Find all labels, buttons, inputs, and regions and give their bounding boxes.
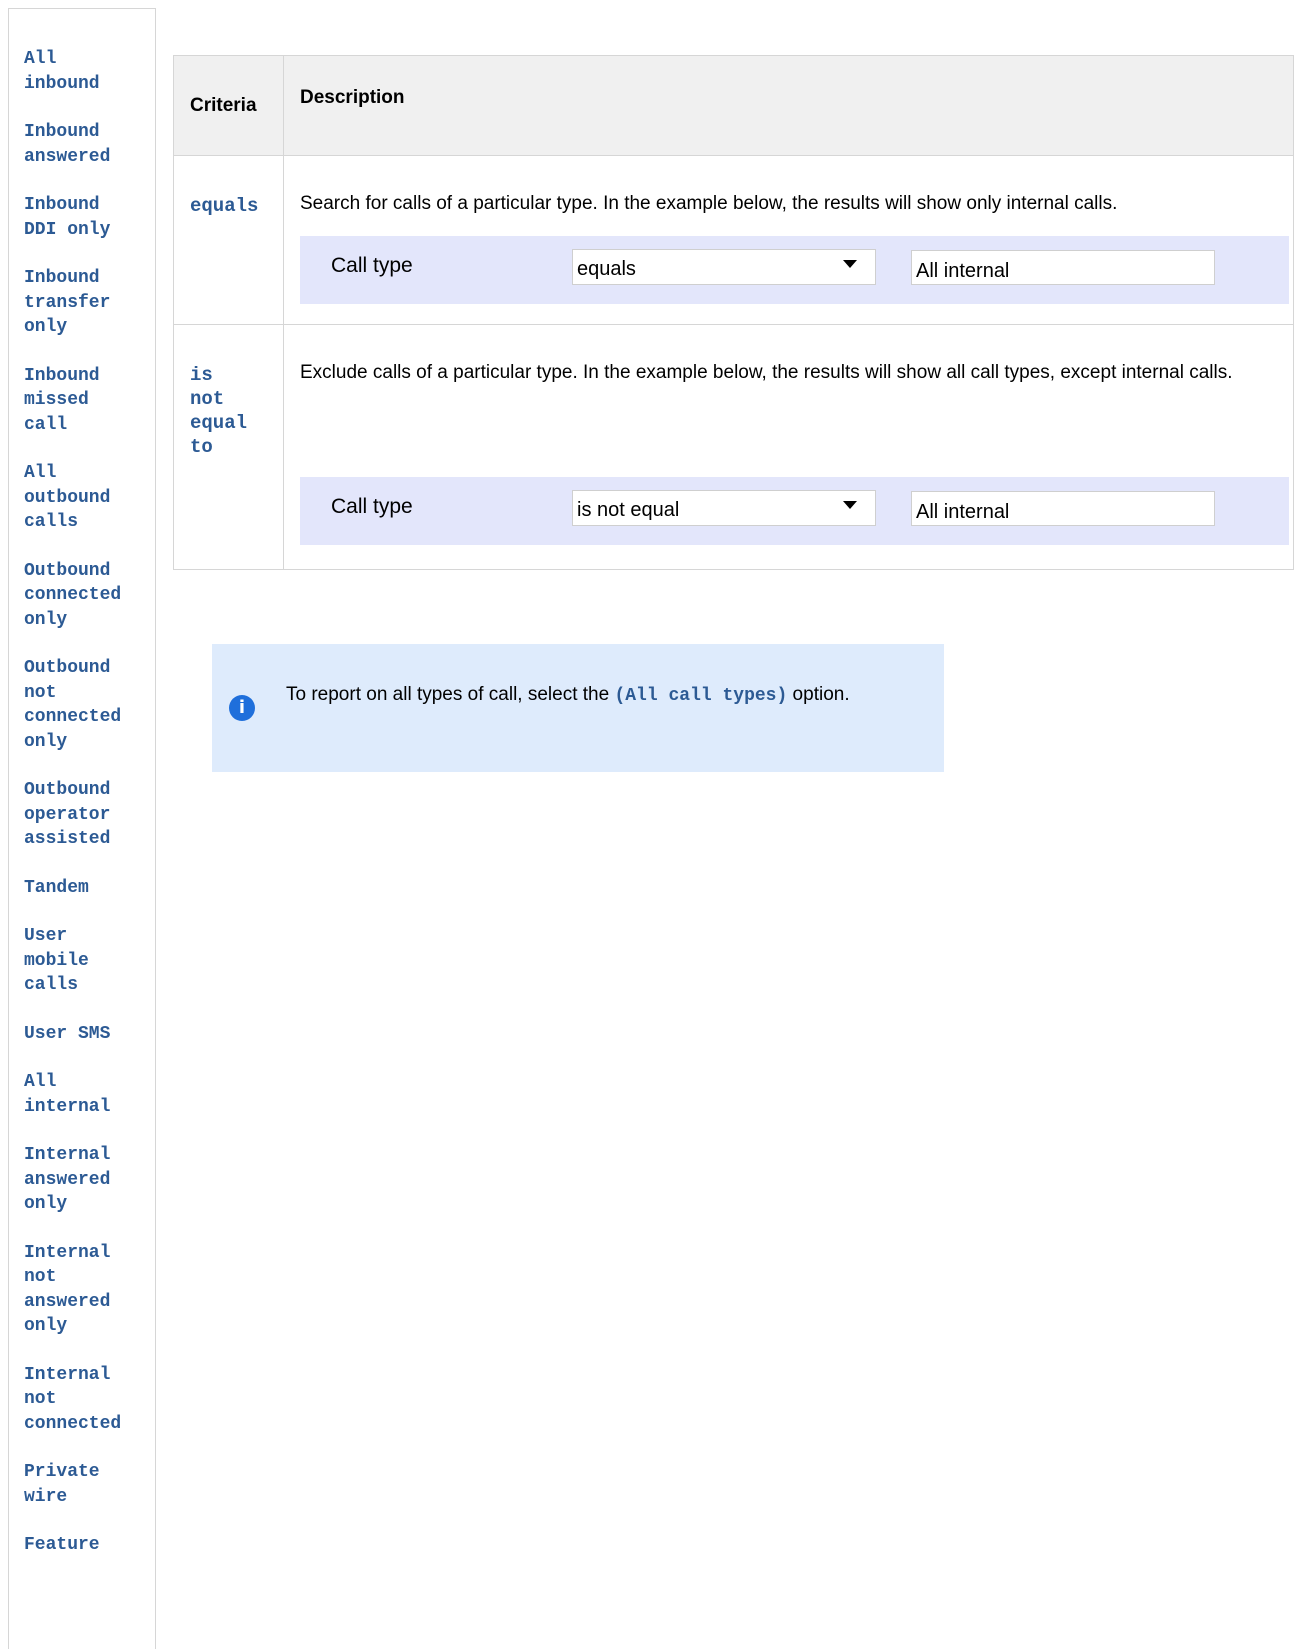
- info-text-after: option.: [787, 684, 850, 705]
- value-field[interactable]: All internal: [911, 250, 1215, 285]
- sidebar-item-inbound-ddi-only[interactable]: Inbound DDI only: [24, 193, 154, 242]
- info-code: (All call types): [614, 686, 788, 706]
- sidebar-item-outbound-connected-only[interactable]: Outbound connected only: [24, 559, 154, 633]
- sidebar-item-all-outbound-calls[interactable]: All outbound calls: [24, 461, 154, 535]
- header-description: Description: [300, 86, 405, 108]
- table-row: equals Search for calls of a particular …: [174, 156, 1293, 325]
- sidebar-item-feature[interactable]: Feature: [24, 1533, 154, 1558]
- header-cell-description: Description: [284, 56, 1293, 155]
- sidebar-item-outbound-operator-assisted[interactable]: Outbound operator assisted: [24, 778, 154, 852]
- sidebar-item-internal-not-answered-only[interactable]: Internal not answered only: [24, 1241, 154, 1339]
- info-text: To report on all types of call, select t…: [286, 683, 850, 708]
- header-cell-criteria: Criteria: [174, 56, 284, 155]
- sidebar-item-outbound-not-connected-only[interactable]: Outbound not connected only: [24, 656, 154, 754]
- sidebar-item-tandem[interactable]: Tandem: [24, 876, 154, 901]
- sidebar-item-all-inbound[interactable]: All inbound: [24, 47, 154, 96]
- info-text-before: To report on all types of call, select t…: [286, 684, 615, 705]
- info-icon: i: [229, 695, 255, 721]
- caret-down-icon: [843, 260, 857, 268]
- sidebar-item-private-wire[interactable]: Private wire: [24, 1460, 154, 1509]
- description-text: Search for calls of a particular type. I…: [300, 193, 1118, 214]
- operator-value: is not equal: [577, 499, 680, 521]
- sidebar-item-inbound-transfer-only[interactable]: Inbound transfer only: [24, 266, 154, 340]
- table-header-row: Criteria Description: [174, 56, 1293, 156]
- sidebar-item-internal-not-connected[interactable]: Internal not connected: [24, 1363, 154, 1437]
- description-cell: Search for calls of a particular type. I…: [284, 156, 1293, 324]
- sidebar-item-internal-answered-only[interactable]: Internal answered only: [24, 1143, 154, 1217]
- info-panel: i To report on all types of call, select…: [212, 644, 944, 772]
- criteria-table: Criteria Description equals Search for c…: [173, 55, 1294, 570]
- criteria-equals-link[interactable]: equals: [190, 195, 258, 217]
- operator-dropdown[interactable]: is not equal: [572, 490, 876, 526]
- description-text: Exclude calls of a particular type. In t…: [300, 362, 1233, 383]
- criteria-cell: is not equal to: [174, 325, 284, 569]
- operator-value: equals: [577, 258, 636, 280]
- caret-down-icon: [843, 501, 857, 509]
- sidebar-item-user-mobile-calls[interactable]: User mobile calls: [24, 924, 154, 998]
- sidebar-item-inbound-answered[interactable]: Inbound answered: [24, 120, 154, 169]
- example-filter-row: Call type equals All internal: [300, 236, 1289, 304]
- sidebar-list: All inbound Inbound answered Inbound DDI…: [24, 47, 154, 1582]
- value-text: All internal: [916, 260, 1010, 282]
- value-field[interactable]: All internal: [911, 491, 1215, 526]
- sidebar: All inbound Inbound answered Inbound DDI…: [8, 8, 156, 1649]
- example-field-label: Call type: [331, 254, 413, 277]
- sidebar-item-user-sms[interactable]: User SMS: [24, 1022, 154, 1047]
- sidebar-item-all-internal[interactable]: All internal: [24, 1070, 154, 1119]
- table-row: is not equal to Exclude calls of a parti…: [174, 325, 1293, 569]
- description-cell: Exclude calls of a particular type. In t…: [284, 325, 1293, 569]
- criteria-cell: equals: [174, 156, 284, 324]
- header-criteria: Criteria: [190, 94, 257, 116]
- example-field-label: Call type: [331, 495, 413, 518]
- criteria-is-not-equal-to-link[interactable]: is not equal to: [190, 364, 247, 458]
- operator-dropdown[interactable]: equals: [572, 249, 876, 285]
- example-filter-row: Call type is not equal All internal: [300, 477, 1289, 545]
- sidebar-item-inbound-missed-call[interactable]: Inbound missed call: [24, 364, 154, 438]
- value-text: All internal: [916, 501, 1010, 523]
